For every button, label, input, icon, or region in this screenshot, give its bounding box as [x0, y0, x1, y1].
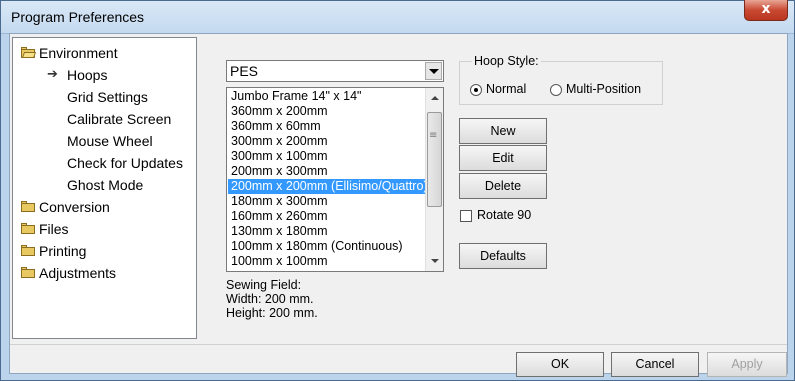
hoop-list-items: Jumbo Frame 14" x 14" 360mm x 200mm 360mm …: [228, 89, 425, 269]
tree-item-label: Files: [39, 221, 69, 237]
folder-icon: [21, 223, 35, 234]
tree-item-label: Adjustments: [39, 265, 117, 281]
scroll-down-icon[interactable]: [431, 259, 439, 263]
window-title: Program Preferences: [11, 9, 145, 25]
tree-item-label: Printing: [39, 243, 87, 259]
chevron-down-icon[interactable]: [425, 62, 442, 80]
hoop-list-item[interactable]: 360mm x 200mm: [228, 104, 425, 119]
title-bar[interactable]: Program Preferences x: [1, 0, 794, 34]
tree-item-label: Grid Settings: [67, 89, 148, 105]
defaults-button[interactable]: Defaults: [459, 243, 547, 269]
tree-item-label: Calibrate Screen: [67, 111, 172, 127]
sewing-field-width: Width: 200 mm.: [226, 292, 314, 306]
hoop-list-item[interactable]: 180mm x 300mm: [228, 194, 425, 209]
rotate-90-checkbox[interactable]: [460, 210, 472, 222]
grip-icon: ≡: [429, 130, 438, 141]
tree-item-ghost-mode[interactable]: Ghost Mode: [67, 175, 143, 195]
preferences-window: Program Preferences x Environment ➔ Hoop…: [0, 0, 795, 381]
sewing-field-height: Height: 200 mm.: [226, 306, 318, 320]
folder-icon: [21, 201, 35, 212]
folder-icon: [21, 245, 35, 256]
hoop-list-item[interactable]: 160mm x 260mm: [228, 209, 425, 224]
tree-item-mouse-wheel[interactable]: Mouse Wheel: [67, 131, 153, 151]
folder-icon: [21, 267, 35, 278]
format-dropdown-value: PES: [230, 63, 259, 79]
tree-item-label: Ghost Mode: [67, 177, 144, 193]
hoop-style-label: Hoop Style:: [472, 54, 541, 68]
edit-button[interactable]: Edit: [459, 145, 547, 171]
hoop-list-item[interactable]: 130mm x 180mm: [228, 224, 425, 239]
tree-item-label: Hoops: [67, 67, 108, 83]
tree-item-check-for-updates[interactable]: Check for Updates: [67, 153, 183, 173]
tree-item-label: Check for Updates: [67, 155, 183, 171]
hoop-list[interactable]: Jumbo Frame 14" x 14" 360mm x 200mm 360mm …: [226, 87, 444, 272]
hoop-list-item[interactable]: 360mm x 60mm: [228, 119, 425, 134]
new-button[interactable]: New: [459, 118, 547, 144]
list-scrollbar[interactable]: ≡: [425, 88, 443, 271]
close-button[interactable]: x: [744, 0, 788, 21]
apply-button: Apply: [707, 352, 787, 377]
scroll-thumb[interactable]: [427, 112, 442, 207]
tree-item-label: Conversion: [39, 199, 110, 215]
hoop-list-item[interactable]: 100mm x 180mm (Continuous): [228, 239, 425, 254]
tree-item-label: Mouse Wheel: [67, 133, 153, 149]
scroll-up-icon[interactable]: [431, 96, 439, 100]
tree-item-calibrate-screen[interactable]: Calibrate Screen: [67, 109, 171, 129]
normal-radio-label[interactable]: Normal: [486, 82, 526, 96]
sewing-field-title: Sewing Field:: [226, 278, 302, 292]
delete-button[interactable]: Delete: [459, 173, 547, 199]
ok-button[interactable]: OK: [516, 352, 604, 377]
hoop-list-item[interactable]: 200mm x 300mm: [228, 164, 425, 179]
dialog-client-area: Environment ➔ Hoops Grid Settings Calibr…: [9, 33, 788, 377]
footer-separator: [10, 344, 787, 345]
folder-open-icon: [21, 47, 37, 58]
hoop-list-item[interactable]: 300mm x 100mm: [228, 149, 425, 164]
multi-position-radio[interactable]: [550, 84, 562, 96]
close-icon: x: [761, 1, 771, 17]
hoop-list-item[interactable]: 200mm x 200mm (Ellisimo/Quattro): [228, 179, 425, 194]
normal-radio[interactable]: [470, 84, 482, 96]
rotate-90-label[interactable]: Rotate 90: [477, 208, 531, 222]
tree-item-grid-settings[interactable]: Grid Settings: [67, 87, 148, 107]
multi-position-radio-label[interactable]: Multi-Position: [566, 82, 641, 96]
category-tree[interactable]: Environment ➔ Hoops Grid Settings Calibr…: [12, 37, 197, 339]
hoop-list-item[interactable]: 300mm x 200mm: [228, 134, 425, 149]
cancel-button[interactable]: Cancel: [611, 352, 699, 377]
hoop-list-item[interactable]: Jumbo Frame 14" x 14": [228, 89, 425, 104]
arrow-right-icon: ➔: [47, 67, 58, 82]
tree-item-label: Environment: [39, 45, 118, 61]
hoop-list-item[interactable]: 100mm x 100mm: [228, 254, 425, 269]
format-dropdown[interactable]: PES: [226, 60, 444, 82]
